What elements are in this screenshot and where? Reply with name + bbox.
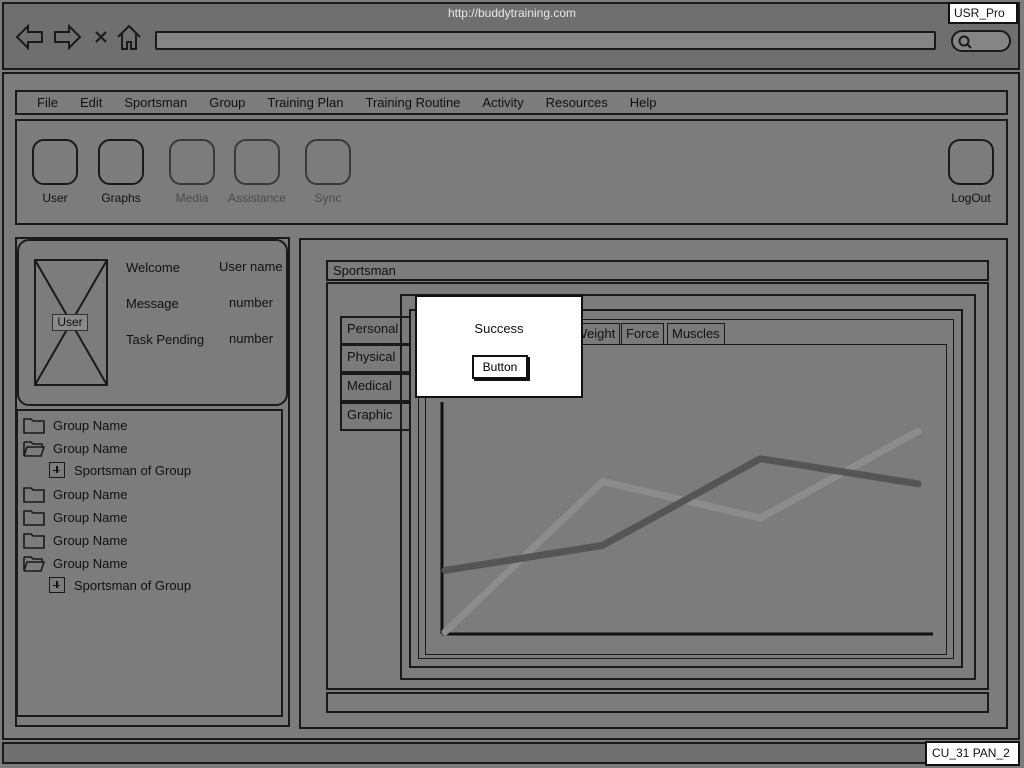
page-url: http://buddytraining.com	[447, 6, 577, 20]
assistance-tool-icon	[234, 139, 280, 185]
logout-tool-label: LogOut	[951, 191, 991, 205]
menu-activity[interactable]: Activity	[482, 95, 523, 110]
welcome-label: Welcome	[126, 260, 180, 275]
message-value: number	[229, 295, 274, 310]
menu-sportsman[interactable]: Sportsman	[124, 95, 187, 110]
panel-title: Sportsman	[326, 260, 989, 281]
success-dialog: Success Button	[415, 295, 583, 398]
graphs-tool-label: Graphs	[101, 191, 141, 205]
graphs-tool-icon	[98, 139, 144, 185]
status-bar	[2, 742, 1020, 764]
tree-item-label: Group Name	[53, 440, 128, 456]
chart-series-line-1	[441, 427, 922, 636]
user-tool-label: User	[42, 191, 68, 205]
assistance-tool-label: Assistance	[227, 191, 287, 205]
side-tab-personal[interactable]: Personal	[340, 316, 409, 345]
menu-resources[interactable]: Resources	[546, 95, 608, 110]
folder-open-icon	[23, 441, 45, 457]
folder-closed-icon	[23, 533, 45, 549]
tree-item-label: Group Name	[53, 509, 128, 525]
assistance-tool-button[interactable]: Assistance	[227, 139, 287, 205]
logout-tool-button[interactable]: LogOut	[941, 139, 1001, 205]
graphs-tool-button[interactable]: Graphs	[91, 139, 151, 205]
menu-help[interactable]: Help	[630, 95, 657, 110]
task-pending-label: Task Pending	[126, 332, 205, 347]
tree-item-label: Group Name	[53, 486, 128, 502]
tree-item-label: Sportsman of Group	[74, 462, 192, 478]
tree-item-group[interactable]: Group Name	[23, 554, 127, 572]
panel-footer-bar	[326, 692, 989, 713]
menu-file[interactable]: File	[37, 95, 58, 110]
sync-tool-label: Sync	[314, 191, 342, 205]
media-tool-icon	[169, 139, 215, 185]
browser-search-box[interactable]	[951, 30, 1011, 52]
welcome-value: User name	[219, 259, 283, 274]
media-tool-label: Media	[175, 191, 209, 205]
tree-item-label: Group Name	[53, 555, 128, 571]
tree-item-group[interactable]: Group Name	[23, 439, 127, 457]
task-pending-value: number	[229, 331, 274, 346]
user-tool-icon	[32, 139, 78, 185]
sync-tool-icon	[305, 139, 351, 185]
menu-training-routine[interactable]: Training Routine	[366, 95, 461, 110]
side-tab-medical[interactable]: Medical	[340, 373, 409, 402]
chart-tab-muscles[interactable]: Muscles	[667, 323, 725, 345]
expand-plus-icon[interactable]	[49, 577, 65, 593]
dialog-message: Success	[474, 321, 524, 336]
side-tab-physical[interactable]: Physical	[340, 344, 409, 373]
tree-item-group[interactable]: Group Name	[23, 531, 127, 549]
screen-id-badge: USR_Pro	[948, 2, 1018, 24]
tree-item-label: Group Name	[53, 417, 128, 433]
tree-item-label: Group Name	[53, 532, 128, 548]
address-bar[interactable]	[155, 31, 936, 50]
toolbar: User Graphs Media Assistance Sync LogOut	[15, 119, 1008, 225]
folder-open-icon	[23, 556, 45, 572]
message-label: Message	[126, 296, 179, 311]
chart-tab-force[interactable]: Force	[621, 323, 665, 345]
logout-tool-icon	[948, 139, 994, 185]
stop-icon[interactable]	[89, 22, 113, 52]
menu-training-plan[interactable]: Training Plan	[267, 95, 343, 110]
forward-arrow-icon[interactable]	[51, 22, 83, 52]
tree-item-sportsman[interactable]: Sportsman of Group	[49, 462, 191, 478]
media-tool-button[interactable]: Media	[162, 139, 222, 205]
tree-item-group[interactable]: Group Name	[23, 485, 127, 503]
folder-closed-icon	[23, 487, 45, 503]
screen-ref-badge: CU_31 PAN_2	[925, 741, 1020, 766]
search-icon	[958, 35, 972, 49]
user-tool-button[interactable]: User	[25, 139, 85, 205]
tree-item-group[interactable]: Group Name	[23, 508, 127, 526]
expand-plus-icon[interactable]	[49, 462, 65, 478]
side-tab-graphic[interactable]: Graphic	[340, 402, 409, 431]
menu-bar: File Edit Sportsman Group Training Plan …	[15, 90, 1008, 115]
tree-item-group[interactable]: Group Name	[23, 416, 127, 434]
home-icon[interactable]	[114, 22, 144, 52]
tree-item-label: Sportsman of Group	[74, 577, 192, 593]
back-arrow-icon[interactable]	[14, 22, 46, 52]
folder-closed-icon	[23, 510, 45, 526]
menu-group[interactable]: Group	[209, 95, 245, 110]
chart-series-line-2	[441, 455, 922, 574]
menu-edit[interactable]: Edit	[80, 95, 102, 110]
sync-tool-button[interactable]: Sync	[298, 139, 358, 205]
user-image-label: User	[52, 314, 88, 331]
dialog-button[interactable]: Button	[472, 355, 528, 379]
folder-closed-icon	[23, 418, 45, 434]
tree-item-sportsman[interactable]: Sportsman of Group	[49, 577, 191, 593]
